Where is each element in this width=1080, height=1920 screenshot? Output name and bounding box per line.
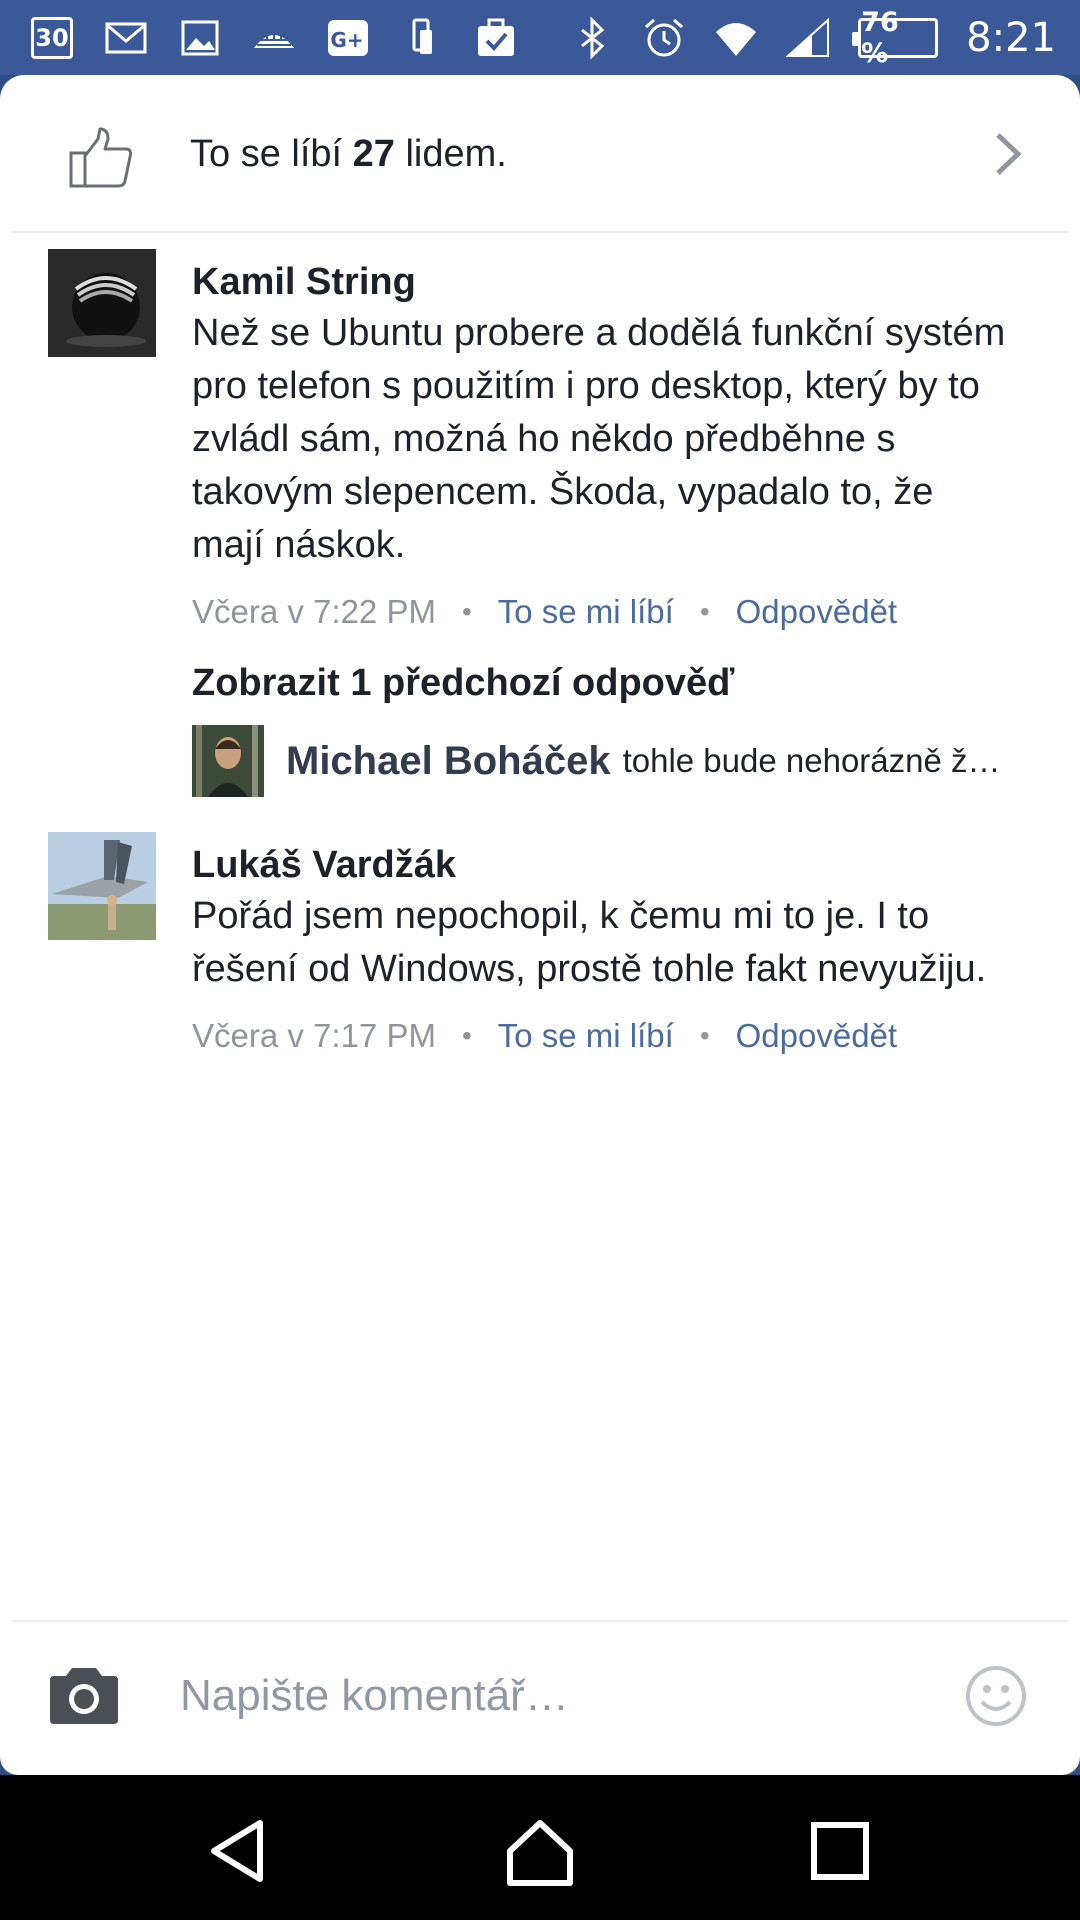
avatar[interactable] xyxy=(48,832,156,940)
wifi-icon xyxy=(714,16,758,60)
likes-prefix: To se líbí xyxy=(190,133,353,175)
likes-count-text: To se líbí 27 lidem. xyxy=(190,130,507,178)
like-comment-link[interactable]: To se mi líbí xyxy=(498,590,674,634)
likes-summary[interactable]: To se líbí 27 lidem. xyxy=(0,75,1080,231)
status-bar: 30 G+ 76 % 8:21 xyxy=(0,0,1080,75)
back-button[interactable] xyxy=(200,1811,280,1891)
comment-meta: Včera v 7:17 PM • To se mi líbí • Odpově… xyxy=(192,1014,1012,1058)
notification-icons: 30 G+ xyxy=(30,14,518,62)
igloo-icon xyxy=(252,16,296,60)
calendar-day: 30 xyxy=(31,17,73,59)
battery-level: 76 % xyxy=(861,7,899,69)
comment-text: Pořád jsem nepochopil, k čemu mi to je. … xyxy=(192,895,987,990)
comment-body: Lukáš Vardžák Pořád jsem nepochopil, k č… xyxy=(192,840,1012,1058)
phone-transfer-icon xyxy=(400,16,444,60)
divider xyxy=(12,231,1068,233)
reply-text: tohle bude nehorázně ž… xyxy=(622,742,1001,779)
recents-button[interactable] xyxy=(800,1811,880,1891)
separator-dot: • xyxy=(461,596,472,627)
separator-dot: • xyxy=(461,1020,472,1051)
system-icons: 76 % 8:21 xyxy=(570,7,1056,69)
home-button[interactable] xyxy=(500,1811,580,1891)
comment-input[interactable] xyxy=(180,1666,920,1726)
separator-dot: • xyxy=(699,1020,710,1051)
home-icon xyxy=(507,1820,573,1886)
reply-author[interactable]: Michael Boháček xyxy=(286,739,611,784)
like-comment-link[interactable]: To se mi líbí xyxy=(498,1014,674,1058)
emoji-icon[interactable] xyxy=(964,1664,1028,1728)
thumbs-up-icon xyxy=(69,127,132,188)
calendar-icon: 30 xyxy=(30,16,74,60)
comment-time: Včera v 7:22 PM xyxy=(192,593,436,630)
avatar[interactable] xyxy=(48,249,156,357)
clipboard-check-icon xyxy=(474,16,518,60)
google-plus-icon: G+ xyxy=(326,16,370,60)
comment-meta: Včera v 7:22 PM • To se mi líbí • Odpově… xyxy=(192,590,1012,634)
comment-composer xyxy=(0,1620,1080,1775)
likes-suffix: lidem. xyxy=(394,133,507,175)
clock: 8:21 xyxy=(966,15,1056,61)
comment-text: Než se Ubuntu probere a dodělá funkční s… xyxy=(192,312,1006,566)
separator-dot: • xyxy=(699,596,710,627)
avatar[interactable] xyxy=(192,725,264,797)
comment-time: Včera v 7:17 PM xyxy=(192,1017,436,1054)
recents-icon xyxy=(811,1822,869,1880)
navigation-bar xyxy=(0,1775,1080,1920)
svg-text:G+: G+ xyxy=(330,28,363,52)
reply-preview[interactable]: Michael Boháček tohle bude nehorázně ž… xyxy=(192,725,1042,797)
back-icon xyxy=(211,1820,263,1882)
comment-author[interactable]: Lukáš Vardžák xyxy=(192,840,1012,890)
signal-icon xyxy=(786,16,830,60)
view-previous-replies-link[interactable]: Zobrazit 1 předchozí odpověď xyxy=(192,658,734,708)
reply-comment-link[interactable]: Odpovědět xyxy=(736,1014,897,1058)
chevron-right-icon xyxy=(996,133,1022,175)
comment-body: Kamil String Než se Ubuntu probere a dod… xyxy=(192,257,1012,634)
alarm-icon xyxy=(642,16,686,60)
gmail-icon xyxy=(104,16,148,60)
comments-sheet: To se líbí 27 lidem. Kamil String Než se… xyxy=(0,75,1080,1775)
gallery-icon xyxy=(178,16,222,60)
comment-author[interactable]: Kamil String xyxy=(192,257,1012,307)
camera-icon[interactable] xyxy=(46,1664,122,1728)
reply-comment-link[interactable]: Odpovědět xyxy=(736,590,897,634)
likes-count: 27 xyxy=(352,133,395,175)
divider xyxy=(12,1620,1068,1622)
battery-icon: 76 % xyxy=(852,7,939,69)
bluetooth-icon xyxy=(570,16,614,60)
